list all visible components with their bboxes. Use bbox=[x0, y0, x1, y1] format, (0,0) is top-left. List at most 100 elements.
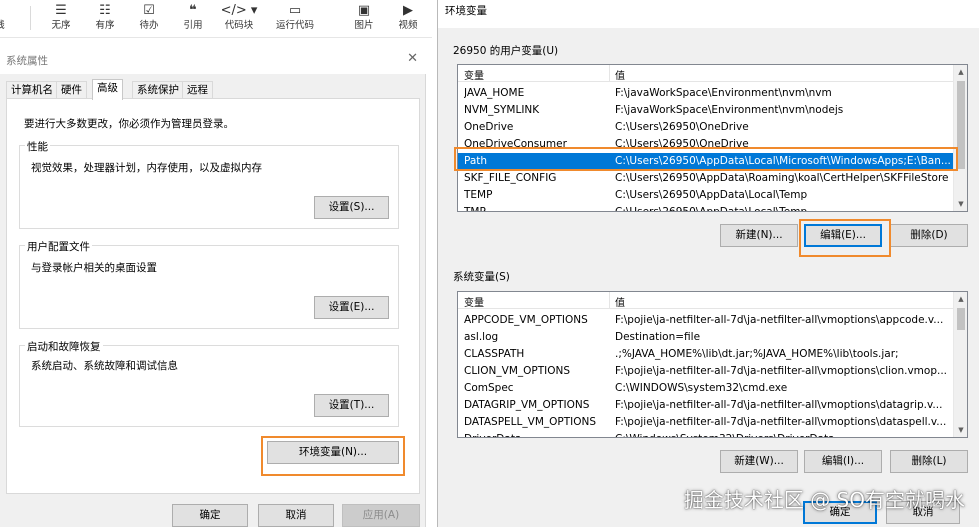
table-row[interactable]: CLASSPATH .;%JAVA_HOME%\lib\dt.jar;%JAVA_… bbox=[458, 346, 954, 363]
system-delete-button[interactable]: 删除(L) bbox=[890, 450, 968, 473]
table-row[interactable]: DATASPELL_VM_OPTIONS F:\pojie\ja-netfilte… bbox=[458, 414, 954, 431]
variable-value: C:\Users\26950\AppData\Roaming\koal\Cert… bbox=[615, 172, 949, 184]
variable-name: OneDrive bbox=[464, 121, 514, 133]
column-divider[interactable] bbox=[609, 292, 610, 309]
user-list-scrollbar[interactable]: ▲ ▼ bbox=[953, 65, 967, 211]
system-edit-button[interactable]: 编辑(I)... bbox=[804, 450, 882, 473]
system-properties-dialog: 系统属性 ✕ 计算机名 硬件 高级 系统保护 远程 要进行大多数更改，你必须作为… bbox=[0, 46, 426, 527]
scroll-down-icon[interactable]: ▼ bbox=[954, 423, 967, 437]
toolbar-video-button[interactable]: ▶ 视频 bbox=[386, 2, 430, 36]
table-row[interactable]: JAVA_HOME F:\javaWorkSpace\Environment\nv… bbox=[458, 85, 954, 102]
group-description: 与登录帐户相关的桌面设置 bbox=[31, 262, 157, 274]
scroll-thumb[interactable] bbox=[957, 81, 965, 169]
table-row[interactable]: NVM_SYMLINK F:\javaWorkSpace\Environment\… bbox=[458, 102, 954, 119]
system-new-button[interactable]: 新建(W)... bbox=[720, 450, 798, 473]
variable-name: Path bbox=[464, 155, 488, 167]
toolbar-unordered-list-button[interactable]: ☰ 无序 bbox=[39, 2, 83, 36]
variable-value: .;%JAVA_HOME%\lib\dt.jar;%JAVA_HOME%\lib… bbox=[615, 348, 899, 360]
tab-system-protection[interactable]: 系统保护 bbox=[132, 81, 184, 99]
list-header: 变量 值 bbox=[458, 292, 954, 309]
group-description: 系统启动、系统故障和调试信息 bbox=[31, 360, 178, 372]
user-delete-button[interactable]: 删除(D) bbox=[890, 224, 968, 247]
variable-value: F:\pojie\ja-netfilter-all-7d\ja-netfilte… bbox=[615, 314, 944, 326]
tab-computer-name[interactable]: 计算机名 bbox=[6, 81, 58, 99]
group-title: 性能 bbox=[25, 139, 50, 154]
sysprops-apply-button[interactable]: 应用(A) bbox=[342, 504, 420, 527]
todo-list-icon: ☑ bbox=[143, 3, 155, 18]
code-block-icon: </> ▾ bbox=[220, 3, 258, 18]
user-edit-button[interactable]: 编辑(E)... bbox=[804, 224, 882, 247]
variable-name: DriverData bbox=[464, 431, 614, 437]
image-icon: ▣ bbox=[357, 3, 371, 18]
scroll-down-icon[interactable]: ▼ bbox=[954, 197, 967, 211]
table-row[interactable]: ComSpec C:\WINDOWS\system32\cmd.exe bbox=[458, 380, 954, 397]
table-row[interactable]: CLION_VM_OPTIONS F:\pojie\ja-netfilter-al… bbox=[458, 363, 954, 380]
toolbar-todo-button[interactable]: ☑ 待办 bbox=[127, 2, 171, 36]
dialog-title: 系统属性 bbox=[6, 55, 48, 67]
tab-remote[interactable]: 远程 bbox=[182, 81, 213, 99]
column-header-name[interactable]: 变量 bbox=[464, 294, 484, 309]
column-divider[interactable] bbox=[609, 65, 610, 82]
toolbar-code-block-button[interactable]: </> ▾ 代码块 bbox=[217, 2, 261, 36]
variable-name: DATASPELL_VM_OPTIONS bbox=[464, 416, 597, 428]
variable-value: F:\javaWorkSpace\Environment\nvm\nvm bbox=[615, 87, 832, 99]
unordered-list-icon: ☰ bbox=[55, 3, 67, 18]
ordered-list-icon: ☷ bbox=[99, 3, 111, 18]
variable-value: C:\Users\26950\AppData\Local\Temp bbox=[615, 189, 808, 201]
close-icon[interactable]: ✕ bbox=[407, 51, 418, 66]
system-variables-list[interactable]: 变量 值 APPCODE_VM_OPTIONS F:\pojie\ja-netfi… bbox=[457, 291, 968, 438]
table-row[interactable]: SKF_FILE_CONFIG C:\Users\26950\AppData\Ro… bbox=[458, 170, 954, 187]
variable-value: C:\WINDOWS\system32\cmd.exe bbox=[615, 382, 788, 394]
table-row[interactable]: asl.log Destination=file bbox=[458, 329, 954, 346]
toolbar-ordered-list-button[interactable]: ☷ 有序 bbox=[83, 2, 127, 36]
toolbar-run-code-button[interactable]: ▭ 运行代码 bbox=[273, 2, 317, 36]
scroll-up-icon[interactable]: ▲ bbox=[954, 65, 967, 79]
variable-name: DATAGRIP_VM_OPTIONS bbox=[464, 399, 590, 411]
toolbar-line-button[interactable]: 线 bbox=[0, 2, 22, 36]
variable-value: F:\pojie\ja-netfilter-all-7d\ja-netfilte… bbox=[615, 416, 947, 428]
variable-name: CLASSPATH bbox=[464, 348, 525, 360]
system-properties-titlebar: 系统属性 ✕ bbox=[0, 46, 426, 74]
column-header-value[interactable]: 值 bbox=[615, 294, 625, 309]
tab-hardware[interactable]: 硬件 bbox=[56, 81, 87, 99]
table-row[interactable]: APPCODE_VM_OPTIONS F:\pojie\ja-netfilter-… bbox=[458, 312, 954, 329]
toolbar-quote-button[interactable]: ❝ 引用 bbox=[171, 2, 215, 36]
performance-settings-button[interactable]: 设置(S)... bbox=[314, 196, 389, 219]
video-icon: ▶ bbox=[403, 3, 413, 18]
user-variables-label: 26950 的用户变量(U) bbox=[453, 45, 559, 57]
table-row[interactable]: DATAGRIP_VM_OPTIONS F:\pojie\ja-netfilter… bbox=[458, 397, 954, 414]
line-icon bbox=[0, 2, 22, 20]
tab-advanced[interactable]: 高级 bbox=[92, 79, 123, 100]
run-code-icon: ▭ bbox=[288, 3, 302, 18]
watermark: 掘金技术社区 @ SO有空就喝水 bbox=[683, 488, 965, 512]
system-list-scrollbar[interactable]: ▲ ▼ bbox=[953, 292, 967, 437]
variable-value: C:\Users\26950\AppData\Local\Microsoft\W… bbox=[615, 155, 951, 167]
system-variables-label: 系统变量(S) bbox=[453, 271, 510, 283]
column-header-name[interactable]: 变量 bbox=[464, 67, 484, 82]
sysprops-cancel-button[interactable]: 取消 bbox=[258, 504, 334, 527]
user-new-button[interactable]: 新建(N)... bbox=[720, 224, 798, 247]
advanced-tab-panel: 要进行大多数更改，你必须作为管理员登录。 性能 视觉效果，处理器计划，内存使用，… bbox=[6, 98, 420, 494]
scroll-thumb[interactable] bbox=[957, 308, 965, 330]
startup-recovery-settings-button[interactable]: 设置(T)... bbox=[314, 394, 389, 417]
table-row[interactable]: Path C:\Users\26950\AppData\Local\Microso… bbox=[458, 153, 954, 170]
scroll-up-icon[interactable]: ▲ bbox=[954, 292, 967, 306]
environment-variables-button[interactable]: 环境变量(N)... bbox=[267, 441, 399, 464]
table-row[interactable]: DriverDataC:\Windows\System32\Drivers\Dr… bbox=[458, 431, 954, 437]
user-profiles-settings-button[interactable]: 设置(E)... bbox=[314, 296, 389, 319]
column-header-value[interactable]: 值 bbox=[615, 67, 625, 82]
toolbar-image-button[interactable]: ▣ 图片 bbox=[342, 2, 386, 36]
sysprops-ok-button[interactable]: 确定 bbox=[172, 504, 248, 527]
dialog-title: 环境变量 bbox=[445, 5, 487, 17]
variable-name: TEMP bbox=[464, 189, 493, 201]
table-row[interactable]: TMP C:\Users\26950\AppData\Local\Temp bbox=[458, 204, 954, 211]
user-profiles-group: 用户配置文件 与登录帐户相关的桌面设置 设置(E)... bbox=[19, 239, 399, 329]
variable-value: Destination=file bbox=[615, 331, 701, 343]
variable-value: C:\Users\26950\OneDrive bbox=[615, 138, 749, 150]
editor-toolbar: 线 ☰ 无序 ☷ 有序 ☑ 待办 ❝ 引用 </> ▾ 代码块 ▭ 运行代码 ▣… bbox=[0, 0, 432, 38]
variable-value: F:\javaWorkSpace\Environment\nvm\nodejs bbox=[615, 104, 844, 116]
table-row[interactable]: OneDrive C:\Users\26950\OneDrive bbox=[458, 119, 954, 136]
user-variables-list[interactable]: 变量 值 JAVA_HOME F:\javaWorkSpace\Environme… bbox=[457, 64, 968, 212]
table-row[interactable]: OneDriveConsumer C:\Users\26950\OneDrive bbox=[458, 136, 954, 153]
table-row[interactable]: TEMP C:\Users\26950\AppData\Local\Temp bbox=[458, 187, 954, 204]
